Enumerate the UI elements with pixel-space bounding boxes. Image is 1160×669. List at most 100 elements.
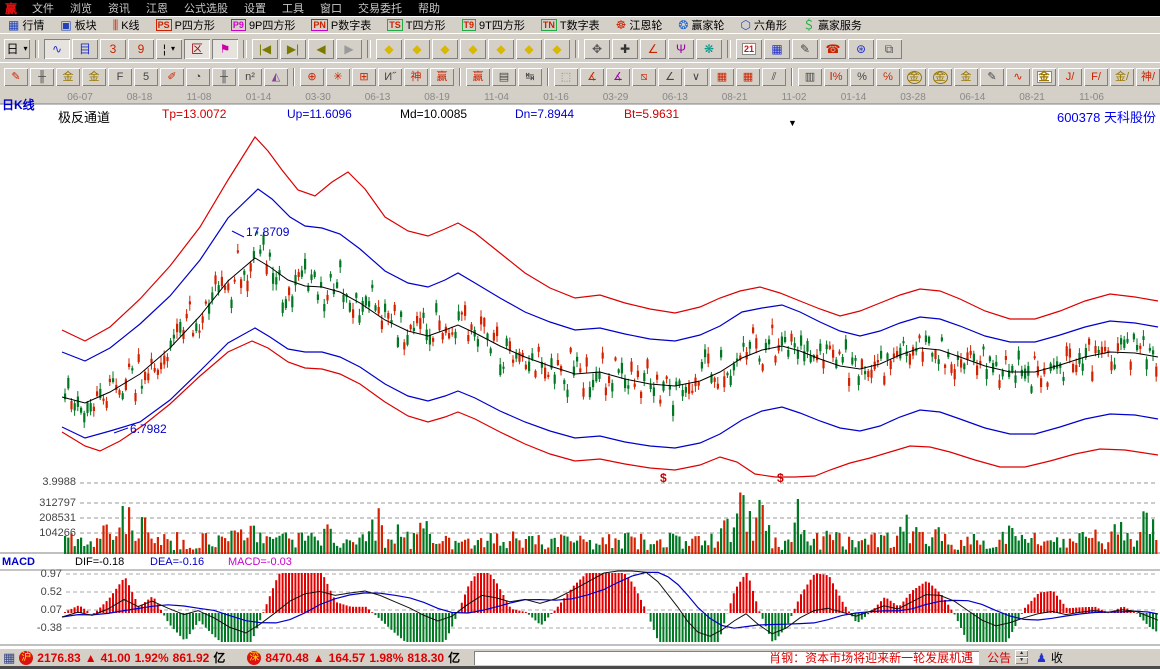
pen-ruler-button[interactable]: ✐ bbox=[160, 68, 184, 86]
menu-browse[interactable]: 浏览 bbox=[62, 3, 100, 15]
stepper-down-icon[interactable]: ▼ bbox=[1015, 657, 1028, 664]
j-angle-button[interactable]: J/ bbox=[1058, 68, 1082, 86]
zoom-vboth-button[interactable]: ◆ bbox=[544, 39, 570, 59]
menu-settings[interactable]: 设置 bbox=[236, 3, 274, 15]
box-diagonal-button[interactable]: ⧅ bbox=[632, 68, 656, 86]
menu-trade[interactable]: 交易委托 bbox=[350, 3, 410, 15]
gold-ruler-2-button[interactable]: 金 bbox=[82, 68, 106, 86]
smart-analysis-button[interactable]: ❋ bbox=[696, 39, 722, 59]
info-panel-button[interactable]: 目 bbox=[72, 39, 98, 59]
abacus-button[interactable]: ▤ bbox=[492, 68, 516, 86]
zoom-up-button[interactable]: ◆ bbox=[488, 39, 514, 59]
gold-box-button[interactable]: 金 bbox=[1032, 68, 1056, 86]
spiral-ruler-button[interactable]: 5 bbox=[134, 68, 158, 86]
shen-angle-button[interactable]: 神/ bbox=[1136, 68, 1160, 86]
spider-web-button[interactable]: ✳ bbox=[326, 68, 350, 86]
notes-button[interactable]: ✎ bbox=[792, 39, 818, 59]
hspan-button[interactable]: ↹ bbox=[518, 68, 542, 86]
sectors-button[interactable]: ▣板块 bbox=[58, 18, 98, 32]
p9-square-button[interactable]: P99P四方形 bbox=[229, 18, 297, 32]
t-percent-button[interactable]: Ⅰ% bbox=[824, 68, 848, 86]
stock-code-input[interactable]: 肖钢：资本市场将迎来新一轮发展机遇 bbox=[474, 651, 979, 665]
news-ticker-text[interactable]: 肖钢：资本市场将迎来新一轮发展机遇 bbox=[769, 651, 973, 665]
menu-gann[interactable]: 江恩 bbox=[138, 3, 176, 15]
menu-formula-stockpick[interactable]: 公式选股 bbox=[176, 3, 236, 15]
period-day-dropdown[interactable]: 日▾ bbox=[4, 39, 30, 59]
stock-label[interactable]: 600378 天科股份 bbox=[1057, 107, 1156, 126]
gold-line-button[interactable]: 金 bbox=[954, 68, 978, 86]
menu-file[interactable]: 文件 bbox=[24, 3, 62, 15]
red-grid-1-button[interactable]: ▦ bbox=[710, 68, 734, 86]
hexagon-button[interactable]: ⬡六角形 bbox=[738, 18, 788, 32]
t9-square-button[interactable]: T99T四方形 bbox=[460, 18, 527, 32]
v-guide-button[interactable]: ∨ bbox=[684, 68, 708, 86]
winner-service-button[interactable]: ＄赢家服务 bbox=[801, 18, 864, 32]
prev-button[interactable]: ◀ bbox=[308, 39, 334, 59]
goto-first-button[interactable]: |◀ bbox=[252, 39, 278, 59]
cycle-ruler-button[interactable]: ◔ bbox=[186, 68, 210, 86]
stock-pick-icon[interactable]: ♟ bbox=[1036, 651, 1047, 665]
collapse-label[interactable]: 收 bbox=[1051, 649, 1063, 666]
gold-circle-2-button[interactable]: 金 bbox=[928, 68, 952, 86]
wave-line-button[interactable]: ∿ bbox=[1006, 68, 1030, 86]
angle-measure-button[interactable]: ∠ bbox=[640, 39, 666, 59]
network-button[interactable]: ⊛ bbox=[848, 39, 874, 59]
kline-button[interactable]: ⫼K线 bbox=[111, 18, 142, 32]
fibo-ruler-button[interactable]: F bbox=[108, 68, 132, 86]
quote-grid-icon[interactable]: ▦ bbox=[3, 650, 15, 666]
zoom-compress-button[interactable]: ◆ bbox=[460, 39, 486, 59]
wave-overlay-button[interactable]: ∿ bbox=[44, 39, 70, 59]
gann-tool-button[interactable]: Ψ bbox=[668, 39, 694, 59]
menu-window[interactable]: 窗口 bbox=[312, 3, 350, 15]
ying-ruler-button[interactable]: 赢 bbox=[430, 68, 454, 86]
percent-line-button[interactable]: ℅ bbox=[876, 68, 900, 86]
f-angle-button[interactable]: F/ bbox=[1084, 68, 1108, 86]
pen-bars-button[interactable]: ✎ bbox=[980, 68, 1004, 86]
trend-lines-button[interactable]: ∠ bbox=[658, 68, 682, 86]
crosshair-button[interactable]: ✚ bbox=[612, 39, 638, 59]
web-grid-button[interactable]: ⊞ bbox=[352, 68, 376, 86]
gold-ruler-1-button[interactable]: 金 bbox=[56, 68, 80, 86]
zoom-right-button[interactable]: ◆ bbox=[404, 39, 430, 59]
phone-button[interactable]: ☎ bbox=[820, 39, 846, 59]
shanghai-badge-icon[interactable]: 沪 bbox=[19, 651, 33, 665]
target-circle-button[interactable]: ⊕ bbox=[300, 68, 324, 86]
menu-tools[interactable]: 工具 bbox=[274, 3, 312, 15]
square-ruler-button[interactable]: ⬚ bbox=[554, 68, 578, 86]
menu-help[interactable]: 帮助 bbox=[410, 3, 448, 15]
goto-last-button[interactable]: ▶| bbox=[280, 39, 306, 59]
gann-wheel-button[interactable]: ☸江恩轮 bbox=[614, 18, 665, 32]
news-stepper[interactable]: ▲ ▼ bbox=[1015, 650, 1028, 665]
zoom-down-button[interactable]: ◆ bbox=[516, 39, 542, 59]
p-number-button[interactable]: PNP数字表 bbox=[309, 18, 373, 32]
time-ruler-button[interactable]: ╫ bbox=[30, 68, 54, 86]
shenzhen-badge-icon[interactable]: 深 bbox=[247, 651, 261, 665]
parallel-lines-button[interactable]: ⫽ bbox=[762, 68, 786, 86]
sail-tool-button[interactable]: ◭ bbox=[264, 68, 288, 86]
macd-pane-label[interactable]: MACD bbox=[2, 556, 35, 568]
calculator-button[interactable]: ▦ bbox=[764, 39, 790, 59]
next-button[interactable]: ▶ bbox=[336, 39, 362, 59]
p-square-button[interactable]: PSP四方形 bbox=[154, 18, 217, 32]
flag-marker-button[interactable]: ⚑ bbox=[212, 39, 238, 59]
ying-grid-button[interactable]: 赢 bbox=[466, 68, 490, 86]
print-button[interactable]: ⧉ bbox=[876, 39, 902, 59]
zoom-left-button[interactable]: ◆ bbox=[376, 39, 402, 59]
stepper-up-icon[interactable]: ▲ bbox=[1015, 650, 1028, 657]
price-bars-button[interactable]: ▥ bbox=[798, 68, 822, 86]
percent-button[interactable]: % bbox=[850, 68, 874, 86]
fan-lines-button[interactable]: ∡ bbox=[580, 68, 604, 86]
gold-circle-1-button[interactable]: 金 bbox=[902, 68, 926, 86]
candle-style-dropdown[interactable]: ¦▾ bbox=[156, 39, 182, 59]
red-grid-2-button[interactable]: ▦ bbox=[736, 68, 760, 86]
calendar-button[interactable]: 21 bbox=[736, 39, 762, 59]
bars-3-button[interactable]: 3 bbox=[100, 39, 126, 59]
t-square-button[interactable]: TST四方形 bbox=[385, 18, 447, 32]
plain-ruler-button[interactable]: ╫ bbox=[212, 68, 236, 86]
draw-pen-button[interactable]: ✎ bbox=[4, 68, 28, 86]
t-number-button[interactable]: TNT数字表 bbox=[539, 18, 602, 32]
notice-link[interactable]: 公告 bbox=[987, 649, 1011, 666]
quotes-button[interactable]: ▦行情 bbox=[6, 18, 46, 32]
gold-angle-button[interactable]: 金/ bbox=[1110, 68, 1134, 86]
pan-hand-button[interactable]: ✥ bbox=[584, 39, 610, 59]
